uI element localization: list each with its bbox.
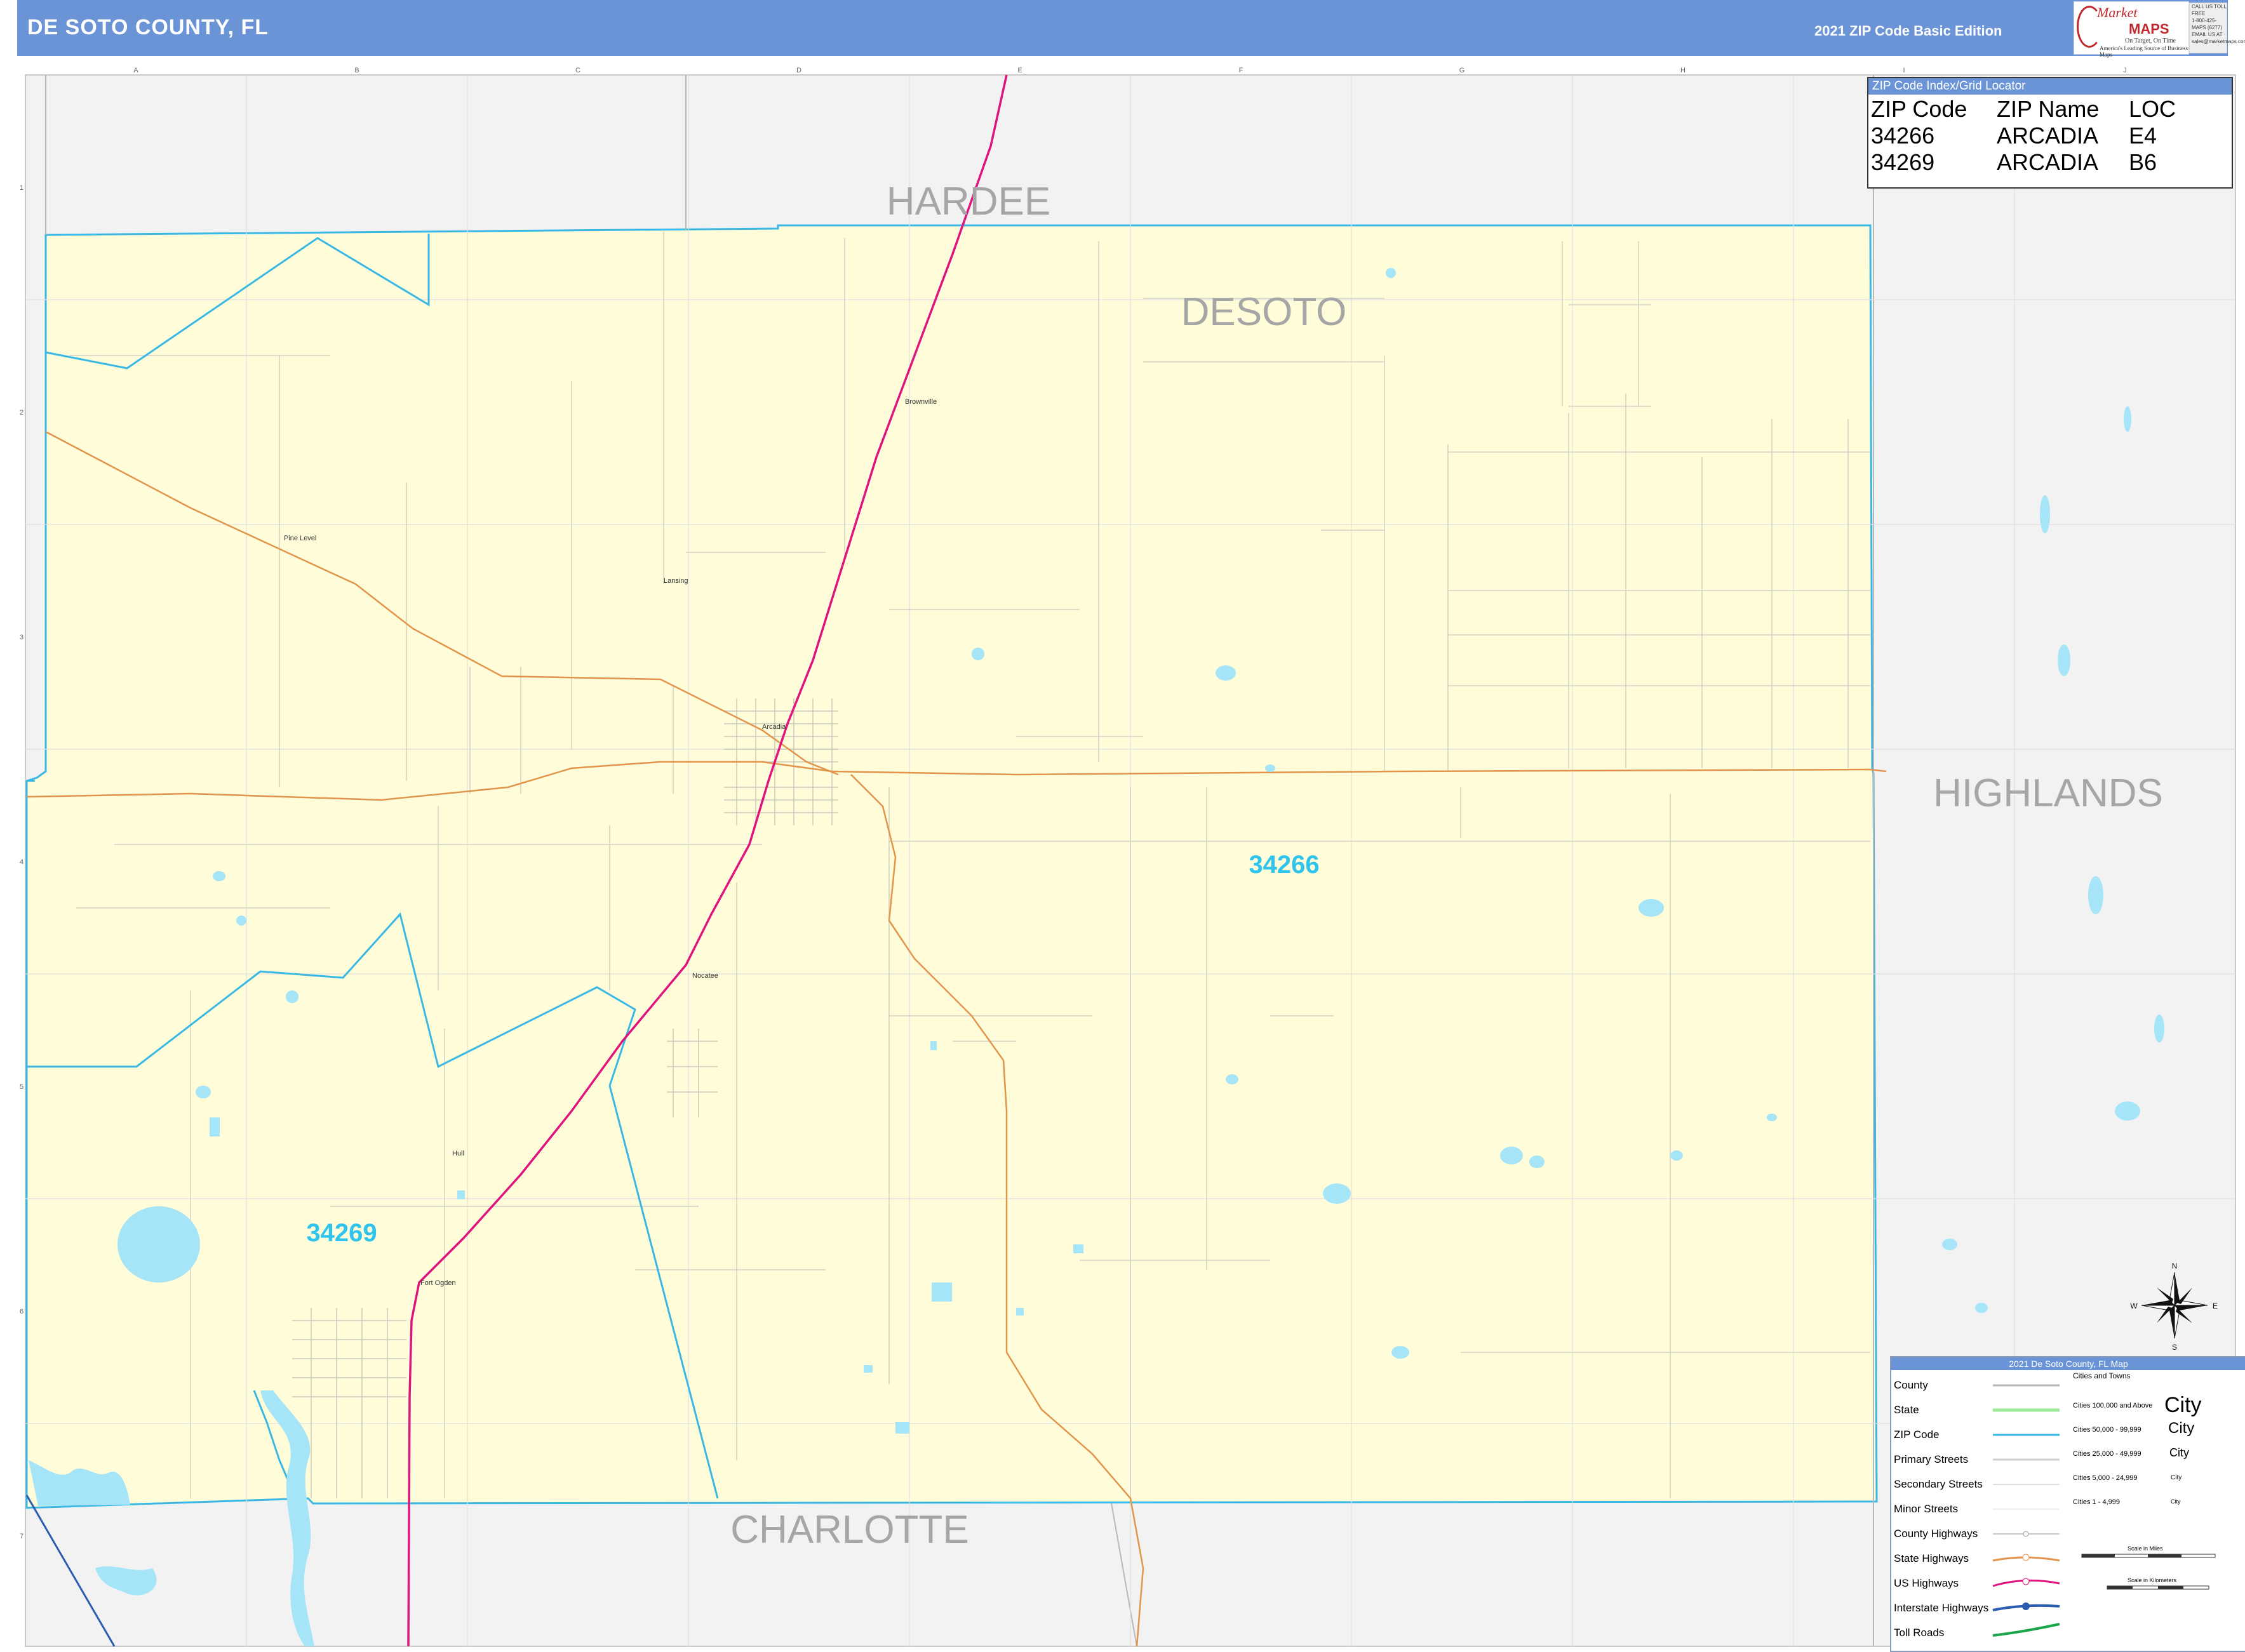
town-label-fort-ogden: Fort Ogden — [420, 1279, 456, 1287]
legend-line-samples — [1992, 1384, 2060, 1637]
legend-label-us-hwy: US Highways — [1894, 1577, 1959, 1589]
county-label-charlotte: CHARLOTTE — [730, 1508, 968, 1552]
zip-index-header-zip: ZIP Code — [1871, 96, 1967, 122]
grid-col-label: G — [1459, 67, 1465, 74]
zip-index-cell: ARCADIA — [1997, 123, 2099, 149]
county-label-highlands: HIGHLANDS — [1933, 771, 2163, 815]
legend-city-class-label: Cities 50,000 - 99,999 — [2073, 1426, 2141, 1434]
legend-label-interstate: Interstate Highways — [1894, 1602, 1989, 1614]
compass-west-label: W — [2130, 1302, 2138, 1310]
zip-index-cell: 34266 — [1871, 123, 1935, 149]
desoto-county-area — [25, 224, 1878, 1509]
legend-title: 2021 De Soto County, FL Map — [1891, 1357, 2245, 1370]
grid-row-label: 5 — [20, 1083, 23, 1091]
grid-row-label: 6 — [20, 1308, 23, 1316]
zip-index-title: ZIP Code Index/Grid Locator — [1868, 78, 2232, 95]
legend-label-secondary: Secondary Streets — [1894, 1478, 1983, 1490]
grid-row-label: 7 — [20, 1533, 23, 1540]
legend-city-sample-sm: City — [2171, 1474, 2182, 1481]
county-label-desoto: DESOTO — [1181, 290, 1347, 334]
compass-east-label: E — [2213, 1302, 2218, 1310]
grid-col-label: H — [1680, 67, 1685, 74]
town-label-hull: Hull — [452, 1150, 464, 1157]
legend-city-sample-xs: City — [2171, 1498, 2181, 1505]
legend-city-sample-xl: City — [2164, 1393, 2202, 1417]
town-label-nocatee: Nocatee — [692, 972, 718, 980]
grid-row-label: 3 — [20, 634, 23, 641]
compass-north-label: N — [2172, 1262, 2178, 1270]
legend-scale-bars — [2081, 1554, 2216, 1590]
zip-label-34266: 34266 — [1249, 851, 1319, 879]
zip-index-cell: 34269 — [1871, 149, 1935, 175]
legend-label-county-hwy: County Highways — [1894, 1528, 1978, 1540]
grid-col-label: B — [354, 67, 359, 74]
county-label-hardee: HARDEE — [887, 180, 1050, 223]
zip-label-34269: 34269 — [306, 1219, 377, 1247]
town-label-lansing: Lansing — [664, 577, 688, 585]
town-label-brownville: Brownville — [905, 398, 937, 406]
legend-city-class-label: Cities 1 - 4,999 — [2073, 1498, 2120, 1506]
legend-label-primary: Primary Streets — [1894, 1453, 1969, 1465]
map-legend: 2021 De Soto County, FL Map Cities and T… — [1890, 1356, 2245, 1652]
grid-row-label: 4 — [20, 858, 23, 866]
legend-city-sample-md: City — [2169, 1446, 2189, 1459]
zip-index-cell: E4 — [2129, 123, 2157, 149]
legend-label-county: County — [1894, 1379, 1928, 1391]
legend-city-class-label: Cities 25,000 - 49,999 — [2073, 1450, 2141, 1458]
legend-label-zip: ZIP Code — [1894, 1429, 1940, 1441]
grid-col-label: F — [1239, 67, 1243, 74]
grid-col-label: C — [575, 67, 580, 74]
legend-label-state-hwy: State Highways — [1894, 1552, 1969, 1564]
grid-col-label: I — [1903, 67, 1905, 74]
legend-label-state: State — [1894, 1404, 1919, 1416]
zip-index-header-name: ZIP Name — [1997, 96, 2100, 122]
grid-col-label: J — [2123, 67, 2127, 74]
zip-index-cell: ARCADIA — [1997, 149, 2099, 175]
legend-cities-header: Cities and Towns — [2073, 1371, 2131, 1380]
zip-index-header-loc: LOC — [2129, 96, 2176, 122]
compass-south-label: S — [2172, 1343, 2177, 1352]
zip-index-cell: B6 — [2129, 149, 2157, 175]
legend-city-class-label: Cities 5,000 - 24,999 — [2073, 1474, 2138, 1482]
town-label-pine-level: Pine Level — [284, 535, 316, 542]
legend-scale-miles: Scale in Miles — [2128, 1545, 2163, 1552]
legend-city-sample-lg: City — [2168, 1420, 2195, 1437]
grid-row-label: 2 — [20, 409, 23, 416]
grid-row-label: 1 — [20, 184, 23, 192]
legend-label-toll: Toll Roads — [1894, 1627, 1945, 1639]
grid-col-label: D — [796, 67, 801, 74]
grid-col-label: A — [133, 67, 138, 74]
legend-city-class-label: Cities 100,000 and Above — [2073, 1402, 2153, 1409]
town-label-arcadia: Arcadia — [762, 723, 786, 731]
legend-label-minor: Minor Streets — [1894, 1503, 1959, 1515]
zip-index-table: ZIP Code Index/Grid Locator ZIP Code ZIP… — [1867, 77, 2233, 189]
grid-col-label: E — [1017, 67, 1022, 74]
